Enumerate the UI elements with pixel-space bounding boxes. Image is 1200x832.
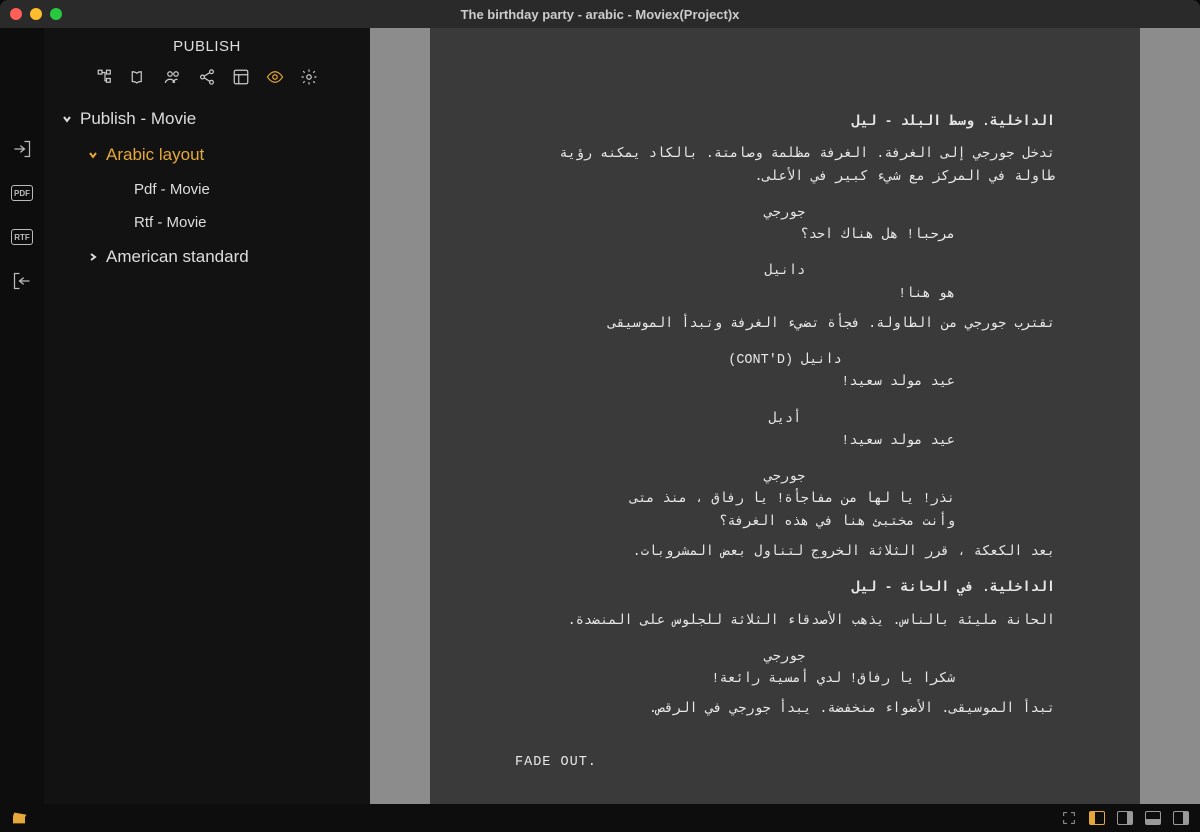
share-icon[interactable] [197, 67, 217, 87]
left-rail: PDF RTF [0, 28, 44, 804]
sidebar-toolstrip [44, 61, 370, 97]
rtf-export-button[interactable]: RTF [11, 226, 33, 248]
export-icon[interactable] [11, 138, 33, 160]
character-name: دانيل [515, 261, 1055, 283]
book-icon[interactable] [129, 67, 149, 87]
character-name: أديل [515, 409, 1055, 431]
minimize-window-button[interactable] [30, 8, 42, 20]
screenplay-page: الداخلية. وسط البلد - ليل تدخل جورجي إلى… [435, 28, 1135, 804]
close-window-button[interactable] [10, 8, 22, 20]
tree-label: Rtf - Movie [134, 214, 207, 231]
fullscreen-icon[interactable] [1060, 809, 1078, 827]
scene-heading: الداخلية. في الحانة - ليل [515, 578, 1055, 600]
left-panel-toggle[interactable] [1088, 809, 1106, 827]
action-text: بعد الكعكة ، قرر الثلاثة الخروج لتناول ب… [515, 542, 1055, 564]
dialogue-text: نذر! يا لها من مفاجأة! يا رفاق ، منذ متى… [615, 489, 955, 534]
bottom-panel-toggle[interactable] [1144, 809, 1162, 827]
right-panel-toggle[interactable] [1116, 809, 1134, 827]
dialogue-text: مرحبا! هل هناك احد؟ [615, 225, 955, 247]
pdf-export-button[interactable]: PDF [11, 182, 33, 204]
scene-heading: الداخلية. وسط البلد - ليل [515, 112, 1055, 134]
titlebar: The birthday party - arabic - Moviex(Pro… [0, 0, 1200, 28]
character-name: جورجي [515, 647, 1055, 669]
action-text: تدخل جورجي إلى الغرفة. الغرفة مظلمة وصام… [515, 144, 1055, 189]
tree-label: Publish - Movie [80, 109, 196, 129]
character-name: جورجي [515, 203, 1055, 225]
action-text: تقترب جورجي من الطاولة. فجأة تضيء الغرفة… [515, 314, 1055, 336]
dialogue-text: عيد مولد سعيد! [615, 372, 955, 394]
statusbar [0, 804, 1200, 832]
users-icon[interactable] [163, 67, 183, 87]
gear-icon[interactable] [299, 67, 319, 87]
traffic-lights [10, 8, 62, 20]
tree-icon[interactable] [95, 67, 115, 87]
tree-label: American standard [106, 247, 249, 267]
dialogue-text: هو هنا! [615, 284, 955, 306]
layout-icon[interactable] [231, 67, 251, 87]
character-name: جورجي [515, 467, 1055, 489]
chevron-right-icon [88, 252, 98, 262]
chevron-down-icon [88, 150, 98, 160]
tree-label: Arabic layout [106, 145, 204, 165]
eye-icon[interactable] [265, 67, 285, 87]
sidebar-title: PUBLISH [44, 28, 370, 61]
maximize-window-button[interactable] [50, 8, 62, 20]
tree-item-american-standard[interactable]: American standard [44, 239, 370, 275]
tree-item-pdf-movie[interactable]: Pdf - Movie [44, 173, 370, 206]
chevron-down-icon [62, 114, 72, 124]
right-panel-2-toggle[interactable] [1172, 809, 1190, 827]
main-area: PDF RTF PUBLISH [0, 28, 1200, 804]
tree-label: Pdf - Movie [134, 181, 210, 198]
tree-root-publish-movie[interactable]: Publish - Movie [44, 101, 370, 137]
tree-item-arabic-layout[interactable]: Arabic layout [44, 137, 370, 173]
import-icon[interactable] [11, 270, 33, 292]
dialogue-text: شكرا يا رفاق! لدي أمسية رائعة! [615, 669, 955, 691]
dialogue-text: عيد مولد سعيد! [615, 431, 955, 453]
publish-sidebar: PUBLISH [44, 28, 370, 804]
preview-pane: الداخلية. وسط البلد - ليل تدخل جورجي إلى… [370, 28, 1200, 804]
clapperboard-icon[interactable] [10, 809, 28, 827]
publish-tree: Publish - Movie Arabic layout Pdf - Movi… [44, 97, 370, 279]
action-text: تبدأ الموسيقى. الأضواء منخفضة. يبدأ جورج… [515, 699, 1055, 721]
character-name: دانيل (CONT'D) [515, 350, 1055, 372]
fade-out: FADE OUT. [515, 752, 1055, 774]
tree-item-rtf-movie[interactable]: Rtf - Movie [44, 206, 370, 239]
action-text: الحانة مليئة بالناس. يذهب الأصدقاء الثلا… [515, 611, 1055, 633]
window-title: The birthday party - arabic - Moviex(Pro… [461, 7, 740, 22]
